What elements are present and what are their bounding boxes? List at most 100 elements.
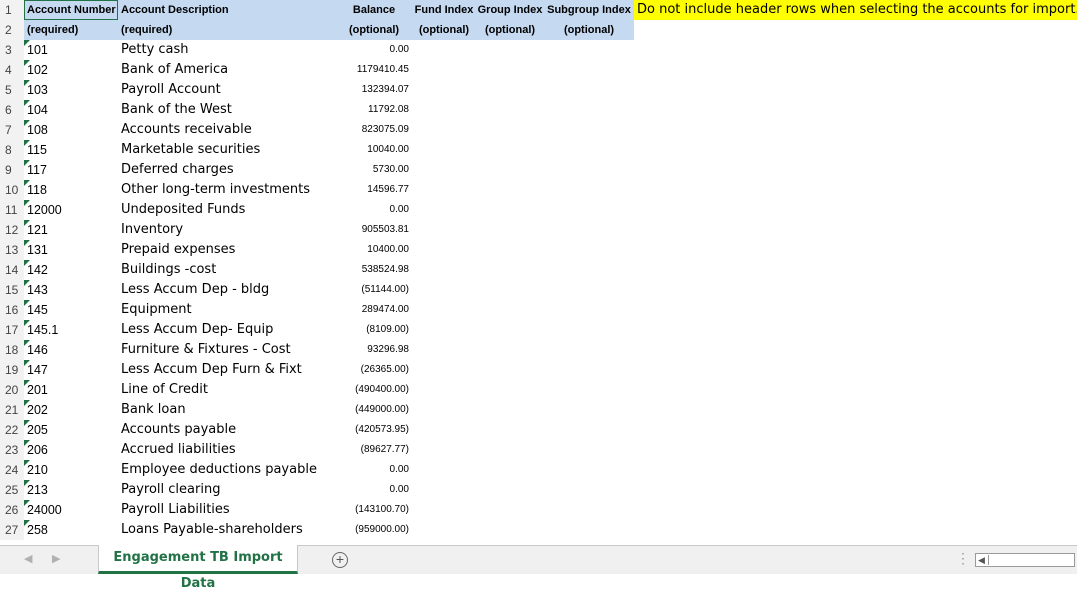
cell-balance[interactable]: (51144.00) xyxy=(336,280,412,300)
row-number[interactable]: 1 xyxy=(0,0,24,20)
cell-account-number[interactable]: 202 xyxy=(24,400,118,420)
cell-balance[interactable]: (490400.00) xyxy=(336,380,412,400)
cell-fund-index-header[interactable]: Fund Index xyxy=(412,0,476,20)
cell-account-number[interactable]: 143 xyxy=(24,280,118,300)
cell-account-description[interactable]: Bank loan xyxy=(118,400,336,420)
cell-balance[interactable]: (959000.00) xyxy=(336,520,412,540)
row-number[interactable]: 5 xyxy=(0,80,24,100)
cell-group-optional[interactable]: (optional) xyxy=(476,20,544,40)
cell-account-number[interactable]: 108 xyxy=(24,120,118,140)
cell-account-number-header[interactable]: Account Number xyxy=(24,0,118,20)
cell-account-description[interactable]: Less Accum Dep- Equip xyxy=(118,320,336,340)
cell-account-number[interactable]: 145.1 xyxy=(24,320,118,340)
row-number[interactable]: 9 xyxy=(0,160,24,180)
cell-account-description[interactable]: Other long-term investments xyxy=(118,180,336,200)
row-number[interactable]: 2 xyxy=(0,20,24,40)
horizontal-scrollbar[interactable]: ◀ xyxy=(975,553,1075,567)
row-number[interactable]: 20 xyxy=(0,380,24,400)
cell-account-description[interactable]: Employee deductions payable xyxy=(118,460,336,480)
cell-account-number[interactable]: 121 xyxy=(24,220,118,240)
row-number[interactable]: 21 xyxy=(0,400,24,420)
cell-account-number[interactable]: 101 xyxy=(24,40,118,60)
cell-balance[interactable]: 905503.81 xyxy=(336,220,412,240)
cell-account-number[interactable]: 146 xyxy=(24,340,118,360)
cell-balance[interactable]: 5730.00 xyxy=(336,160,412,180)
cell-balance[interactable]: (143100.70) xyxy=(336,500,412,520)
cell-account-description[interactable]: Loans Payable-shareholders xyxy=(118,520,336,540)
cell-account-description[interactable]: Line of Credit xyxy=(118,380,336,400)
cell-balance[interactable]: (420573.95) xyxy=(336,420,412,440)
scroll-thumb[interactable] xyxy=(988,555,1073,565)
cell-account-description[interactable]: Furniture & Fixtures - Cost xyxy=(118,340,336,360)
cell-balance[interactable]: 0.00 xyxy=(336,480,412,500)
cell-account-number[interactable]: 103 xyxy=(24,80,118,100)
cell-account-description[interactable]: Undeposited Funds xyxy=(118,200,336,220)
cell-account-number[interactable]: 258 xyxy=(24,520,118,540)
row-number[interactable]: 12 xyxy=(0,220,24,240)
cell-account-description[interactable]: Accounts payable xyxy=(118,420,336,440)
cell-account-number[interactable]: 104 xyxy=(24,100,118,120)
row-number[interactable]: 4 xyxy=(0,60,24,80)
row-number[interactable]: 13 xyxy=(0,240,24,260)
cell-account-number[interactable]: 102 xyxy=(24,60,118,80)
row-number[interactable]: 24 xyxy=(0,460,24,480)
cell-account-description[interactable]: Inventory xyxy=(118,220,336,240)
cell-account-number[interactable]: 118 xyxy=(24,180,118,200)
cell-account-description[interactable]: Deferred charges xyxy=(118,160,336,180)
row-number[interactable]: 16 xyxy=(0,300,24,320)
cell-account-number[interactable]: 131 xyxy=(24,240,118,260)
cell-description-required[interactable]: (required) xyxy=(118,20,336,40)
row-number[interactable]: 14 xyxy=(0,260,24,280)
cell-account-description[interactable]: Marketable securities xyxy=(118,140,336,160)
cell-balance-header[interactable]: Balance xyxy=(336,0,412,20)
row-number[interactable]: 8 xyxy=(0,140,24,160)
cell-balance[interactable]: 10040.00 xyxy=(336,140,412,160)
cell-balance[interactable]: 93296.98 xyxy=(336,340,412,360)
cell-account-required[interactable]: (required) xyxy=(24,20,118,40)
cell-balance[interactable]: 14596.77 xyxy=(336,180,412,200)
row-number[interactable]: 22 xyxy=(0,420,24,440)
cell-account-description-header[interactable]: Account Description xyxy=(118,0,336,20)
cell-account-number[interactable]: 210 xyxy=(24,460,118,480)
cell-balance[interactable]: 289474.00 xyxy=(336,300,412,320)
cell-balance[interactable]: 823075.09 xyxy=(336,120,412,140)
cell-account-description[interactable]: Petty cash xyxy=(118,40,336,60)
cell-instruction-note[interactable]: Do not include header rows when selectin… xyxy=(634,0,1077,20)
cell-balance[interactable]: 0.00 xyxy=(336,40,412,60)
cell-account-description[interactable]: Bank of America xyxy=(118,60,336,80)
cell-balance[interactable]: 11792.08 xyxy=(336,100,412,120)
plus-circle-icon[interactable]: + xyxy=(332,552,348,568)
cell-balance[interactable]: (449000.00) xyxy=(336,400,412,420)
row-number[interactable]: 7 xyxy=(0,120,24,140)
cell-account-number[interactable]: 147 xyxy=(24,360,118,380)
cell-account-description[interactable]: Accrued liabilities xyxy=(118,440,336,460)
row-number[interactable]: 23 xyxy=(0,440,24,460)
cell-group-index-header[interactable]: Group Index xyxy=(476,0,544,20)
row-number[interactable]: 6 xyxy=(0,100,24,120)
cell-balance-optional[interactable]: (optional) xyxy=(336,20,412,40)
cell-account-description[interactable]: Payroll Liabilities xyxy=(118,500,336,520)
row-number[interactable]: 10 xyxy=(0,180,24,200)
cell-account-description[interactable]: Prepaid expenses xyxy=(118,240,336,260)
cell-subgroup-index-header[interactable]: Subgroup Index xyxy=(544,0,634,20)
cell-account-number[interactable]: 117 xyxy=(24,160,118,180)
cell-balance[interactable]: (26365.00) xyxy=(336,360,412,380)
cell-account-description[interactable]: Accounts receivable xyxy=(118,120,336,140)
row-number[interactable]: 27 xyxy=(0,520,24,540)
cell-account-description[interactable]: Less Accum Dep Furn & Fixt xyxy=(118,360,336,380)
cell-balance[interactable]: 538524.98 xyxy=(336,260,412,280)
row-number[interactable]: 11 xyxy=(0,200,24,220)
cell-account-number[interactable]: 12000 xyxy=(24,200,118,220)
cell-account-number[interactable]: 201 xyxy=(24,380,118,400)
cell-subgroup-optional[interactable]: (optional) xyxy=(544,20,634,40)
cell-account-number[interactable]: 115 xyxy=(24,140,118,160)
row-number[interactable]: 26 xyxy=(0,500,24,520)
cell-account-description[interactable]: Payroll Account xyxy=(118,80,336,100)
row-number[interactable]: 25 xyxy=(0,480,24,500)
cell-account-description[interactable]: Bank of the West xyxy=(118,100,336,120)
row-number[interactable]: 19 xyxy=(0,360,24,380)
cell-balance[interactable]: 10400.00 xyxy=(336,240,412,260)
cell-account-number[interactable]: 142 xyxy=(24,260,118,280)
row-number[interactable]: 15 xyxy=(0,280,24,300)
cell-account-number[interactable]: 145 xyxy=(24,300,118,320)
